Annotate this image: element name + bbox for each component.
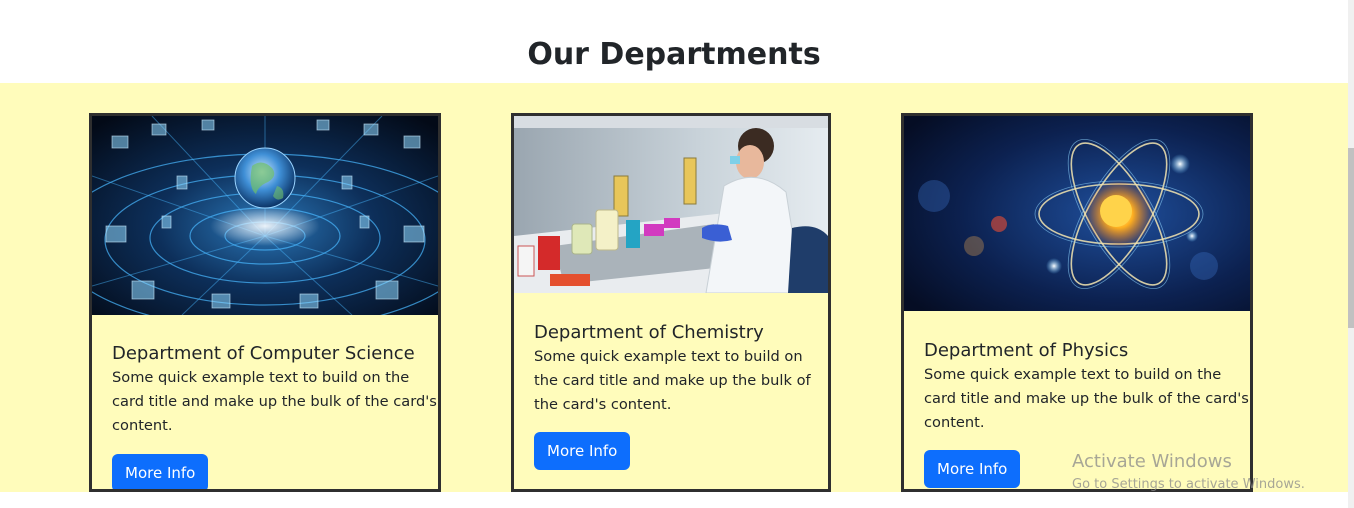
- network-globe-image: [92, 116, 438, 315]
- card-title: Department of Chemistry: [534, 322, 764, 343]
- more-info-button[interactable]: More Info: [924, 450, 1021, 488]
- more-info-button[interactable]: More Info: [112, 454, 209, 489]
- card-chemistry: Department of Chemistry Some quick examp…: [511, 113, 831, 492]
- card-title: Department of Computer Science: [112, 343, 415, 364]
- card-computer-science: Department of Computer Science Some quic…: [89, 113, 441, 492]
- section-title: Our Departments: [527, 37, 821, 72]
- scrollbar-thumb[interactable]: [1348, 148, 1354, 328]
- page: Our Departments Department of Computer S…: [0, 0, 1354, 508]
- card-title: Department of Physics: [924, 340, 1129, 361]
- card-text: Some quick example text to build on the …: [112, 369, 437, 434]
- lab-scientist-image: [514, 116, 828, 293]
- atom-image: [904, 116, 1250, 311]
- card-physics: Department of Physics Some quick example…: [901, 113, 1253, 492]
- card-text: Some quick example text to build on the …: [924, 366, 1249, 431]
- more-info-button[interactable]: More Info: [534, 432, 631, 470]
- card-text: Some quick example text to build on the …: [534, 348, 811, 413]
- vertical-scrollbar[interactable]: [1348, 0, 1354, 508]
